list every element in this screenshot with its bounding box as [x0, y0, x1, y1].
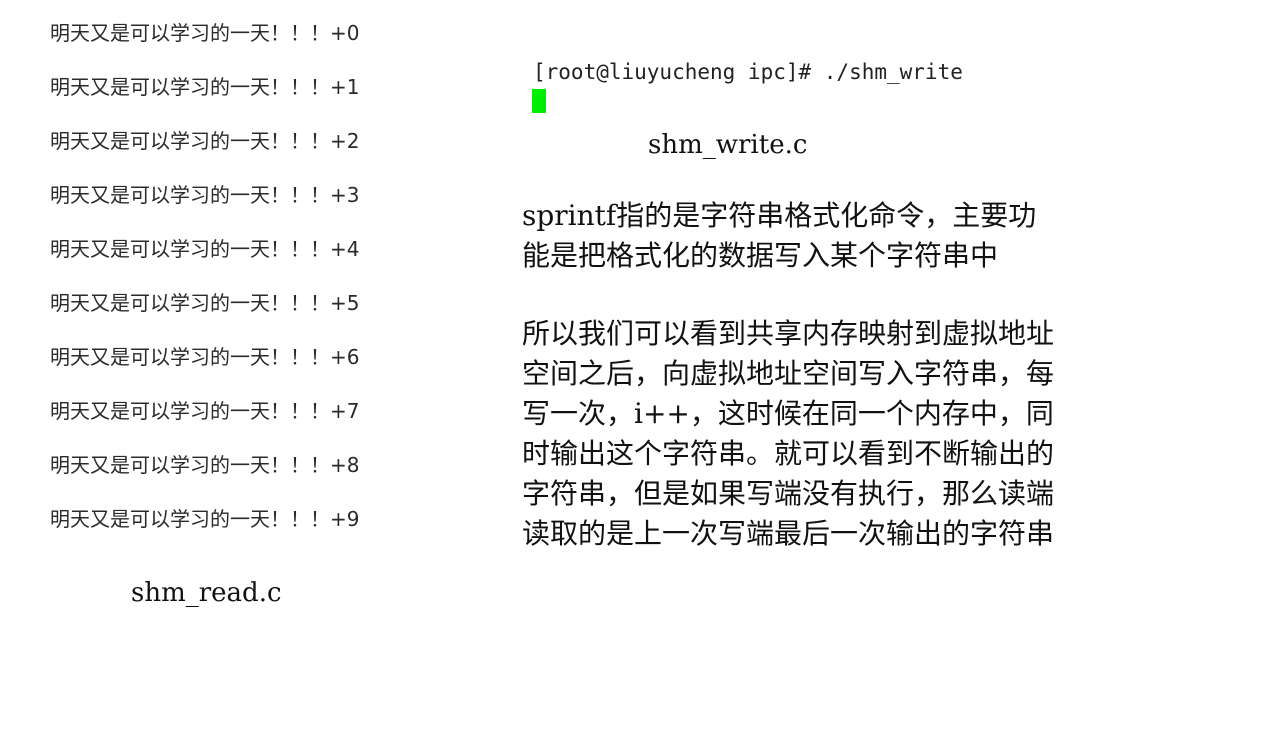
explanation-line: 所以我们可以看到共享内存映射到虚拟地址 [522, 317, 1055, 350]
output-counter: +3 [330, 183, 360, 207]
output-counter: +6 [330, 345, 360, 369]
output-counter: +4 [330, 237, 360, 261]
output-line: 明天又是可以学习的一天！！！+2 [50, 126, 480, 180]
output-line: 明天又是可以学习的一天！！！+0 [50, 18, 480, 72]
output-text: 明天又是可以学习的一天！！！ [50, 507, 330, 531]
output-text: 明天又是可以学习的一天！！！ [50, 453, 330, 477]
explanation-line: 字符串，但是如果写端没有执行，那么读端 [522, 477, 1055, 510]
output-counter: +9 [330, 507, 360, 531]
output-line: 明天又是可以学习的一天！！！+9 [50, 504, 480, 558]
output-text: 明天又是可以学习的一天！！！ [50, 291, 330, 315]
output-counter: +7 [330, 399, 360, 423]
output-line: 明天又是可以学习的一天！！！+8 [50, 450, 480, 504]
explanation-line: 读取的是上一次写端最后一次输出的字符串 [522, 517, 1055, 550]
output-text: 明天又是可以学习的一天！！！ [50, 345, 330, 369]
output-text: 明天又是可以学习的一天！！！ [50, 129, 330, 153]
output-line: 明天又是可以学习的一天！！！+5 [50, 288, 480, 342]
output-line: 明天又是可以学习的一天！！！+1 [50, 72, 480, 126]
explanation-line: sprintf指的是字符串格式化命令，主要功 [522, 199, 1037, 232]
explanation-line: 时输出这个字符串。就可以看到不断输出的 [522, 437, 1055, 470]
output-text: 明天又是可以学习的一天！！！ [50, 237, 330, 261]
output-line: 明天又是可以学习的一天！！！+4 [50, 234, 480, 288]
output-text: 明天又是可以学习的一天！！！ [50, 183, 330, 207]
terminal-prompt: [root@liuyucheng ipc]# ./shm_write [533, 60, 963, 84]
output-counter: +8 [330, 453, 360, 477]
output-counter: +1 [330, 75, 360, 99]
output-text: 明天又是可以学习的一天！！！ [50, 399, 330, 423]
output-line: 明天又是可以学习的一天！！！+7 [50, 396, 480, 450]
output-text: 明天又是可以学习的一天！！！ [50, 21, 330, 45]
output-counter: +0 [330, 21, 360, 45]
output-line: 明天又是可以学习的一天！！！+6 [50, 342, 480, 396]
output-text: 明天又是可以学习的一天！！！ [50, 75, 330, 99]
explanation-line: 能是把格式化的数据写入某个字符串中 [522, 239, 999, 272]
explanation-text: sprintf指的是字符串格式化命令，主要功 能是把格式化的数据写入某个字符串中… [522, 196, 1122, 554]
terminal-cursor [532, 89, 546, 113]
explanation-line: 写一次，i++，这时候在同一个内存中，同 [522, 397, 1054, 430]
write-caption: shm_write.c [648, 130, 808, 160]
explanation-line: 空间之后，向虚拟地址空间写入字符串，每 [522, 357, 1055, 390]
output-line: 明天又是可以学习的一天！！！+3 [50, 180, 480, 234]
output-counter: +5 [330, 291, 360, 315]
read-caption: shm_read.c [131, 578, 282, 608]
read-output-list: 明天又是可以学习的一天！！！+0 明天又是可以学习的一天！！！+1 明天又是可以… [50, 18, 480, 558]
output-counter: +2 [330, 129, 360, 153]
